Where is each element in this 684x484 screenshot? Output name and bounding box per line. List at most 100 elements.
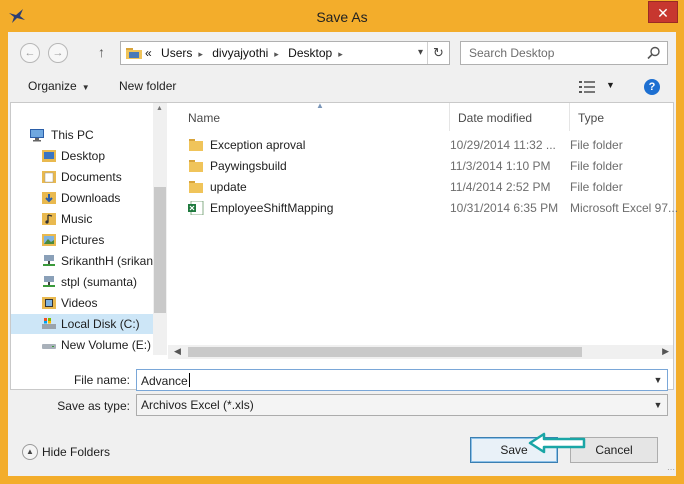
search-input[interactable]: Search Desktop xyxy=(460,41,668,65)
file-list-pane: Name ▲ Date modified Type Exception apro… xyxy=(168,101,678,389)
scroll-up-icon[interactable]: ▲ xyxy=(156,105,163,112)
sidebar-item-local-disk[interactable]: Local Disk (C:) xyxy=(11,314,153,334)
sidebar-item-label: Downloads xyxy=(61,191,121,205)
navigation-pane: This PC Desktop Documents Downloads Musi… xyxy=(11,103,167,389)
network-drive-icon xyxy=(43,276,55,287)
file-name: EmployeeShiftMapping xyxy=(210,201,334,215)
window-title: Save As xyxy=(316,9,368,25)
file-name-field[interactable]: Advance ▼ xyxy=(136,369,668,391)
organize-menu-button[interactable]: Organize ▼ xyxy=(28,79,90,93)
column-header-label: Date modified xyxy=(458,111,533,125)
forward-arrow-icon[interactable]: → xyxy=(48,43,68,63)
sidebar-item-srikanthh[interactable]: SrikanthH (srikan xyxy=(11,251,153,271)
sidebar-item-label: SrikanthH (srikan xyxy=(61,254,153,268)
navigation-scrollbar[interactable]: ▲ xyxy=(153,103,167,355)
desktop-folder-icon xyxy=(42,150,56,162)
new-folder-button[interactable]: New folder xyxy=(119,79,176,93)
sidebar-item-videos[interactable]: Videos xyxy=(11,293,153,313)
computer-icon xyxy=(30,129,44,142)
breadcrumb-users[interactable]: Users xyxy=(161,46,192,60)
sidebar-item-documents[interactable]: Documents xyxy=(11,167,153,187)
chevron-right-icon[interactable]: ▸ xyxy=(198,49,203,59)
folder-icon xyxy=(126,48,142,59)
scrollbar-thumb[interactable] xyxy=(188,347,582,357)
sidebar-item-label: New Volume (E:) xyxy=(61,338,152,352)
sidebar-item-this-pc[interactable]: This PC xyxy=(11,125,153,145)
file-row[interactable]: update 11/4/2014 2:52 PM File folder xyxy=(168,177,673,198)
breadcrumb-divyajyothi[interactable]: divyajyothi xyxy=(212,46,268,60)
file-date: 10/29/2014 11:32 ... xyxy=(450,138,556,152)
file-date: 11/3/2014 1:10 PM xyxy=(450,159,551,173)
pictures-folder-icon xyxy=(42,234,56,246)
sidebar-item-label: Local Disk (C:) xyxy=(61,317,140,331)
sidebar-item-music[interactable]: Music xyxy=(11,209,153,229)
sidebar-item-desktop[interactable]: Desktop xyxy=(11,146,153,166)
back-arrow-icon[interactable]: ← xyxy=(20,43,40,63)
file-date: 11/4/2014 2:52 PM xyxy=(450,180,551,194)
address-bar[interactable]: « Users ▸ divyajyothi ▸ Desktop ▸ ▾ ↻ xyxy=(120,41,450,65)
help-icon[interactable]: ? xyxy=(644,79,660,95)
column-header-name[interactable]: Name ▲ xyxy=(168,101,450,131)
file-type: Microsoft Excel 97... xyxy=(570,201,679,215)
music-folder-icon xyxy=(42,213,56,225)
horizontal-scrollbar[interactable]: ◀ ▶ xyxy=(168,345,673,359)
breadcrumb-overflow[interactable]: « xyxy=(145,46,152,60)
chevron-down-icon: ▼ xyxy=(81,83,90,92)
annotation-arrow-icon xyxy=(528,432,586,454)
file-name: update xyxy=(210,180,247,194)
chevron-right-icon[interactable]: ▸ xyxy=(274,49,279,59)
chevron-down-icon[interactable]: ▼ xyxy=(649,395,667,415)
resize-grip-icon[interactable]: ⋯ xyxy=(667,465,675,474)
network-drive-icon xyxy=(43,255,55,266)
sidebar-item-label: Desktop xyxy=(61,149,106,163)
refresh-icon[interactable]: ↻ xyxy=(427,42,449,64)
documents-folder-icon xyxy=(42,171,56,183)
chevron-down-icon[interactable]: ▼ xyxy=(649,370,667,390)
sidebar-item-label: Music xyxy=(61,212,93,226)
file-name: Exception aproval xyxy=(210,138,306,152)
scroll-right-icon[interactable]: ▶ xyxy=(662,346,669,357)
excel-file-icon xyxy=(188,201,204,215)
scrollbar-thumb[interactable] xyxy=(154,187,166,313)
up-arrow-icon[interactable]: ↑ xyxy=(98,44,105,60)
browser-content: This PC Desktop Documents Downloads Musi… xyxy=(10,101,678,390)
breadcrumb-desktop[interactable]: Desktop xyxy=(288,46,332,60)
scroll-left-icon[interactable]: ◀ xyxy=(174,346,181,357)
chevron-up-icon: ▲ xyxy=(22,444,38,460)
column-header-label: Type xyxy=(578,111,605,125)
close-button[interactable]: ✕ xyxy=(648,1,678,23)
column-header-label: Name xyxy=(188,111,221,125)
sidebar-item-pictures[interactable]: Pictures xyxy=(11,230,153,250)
save-type-select[interactable]: Archivos Excel (*.xls) ▼ xyxy=(136,394,668,416)
local-disk-icon xyxy=(42,318,56,329)
chevron-right-icon[interactable]: ▸ xyxy=(338,49,343,59)
column-header-type[interactable]: Type xyxy=(570,103,673,131)
file-row[interactable]: Paywingsbuild 11/3/2014 1:10 PM File fol… xyxy=(168,156,673,177)
sidebar-item-label: Videos xyxy=(61,296,98,310)
drive-icon xyxy=(42,344,56,349)
sidebar-item-label: stpl (sumanta) xyxy=(61,275,138,289)
file-name-label: File name: xyxy=(73,373,130,387)
file-row[interactable]: Exception aproval 10/29/2014 11:32 ... F… xyxy=(168,135,673,156)
chevron-down-icon[interactable]: ▾ xyxy=(418,47,423,58)
sidebar-item-new-volume[interactable]: New Volume (E:) xyxy=(11,335,153,355)
sidebar-item-stpl[interactable]: stpl (sumanta) xyxy=(11,272,153,292)
details-view-icon[interactable] xyxy=(579,81,595,93)
chevron-down-icon[interactable]: ▼ xyxy=(606,80,615,90)
file-row[interactable]: EmployeeShiftMapping 10/31/2014 6:35 PM … xyxy=(168,198,678,219)
dialog-client-area: ← → ↑ « Users ▸ divyajyothi ▸ Desktop ▸ ▾ ↻… xyxy=(8,32,678,476)
save-type-value: Archivos Excel (*.xls) xyxy=(141,398,254,412)
column-header-date[interactable]: Date modified xyxy=(450,103,570,131)
file-type: File folder xyxy=(570,159,623,173)
file-type: File folder xyxy=(570,138,623,152)
sidebar-item-label: This PC xyxy=(51,128,94,142)
videos-folder-icon xyxy=(42,297,56,309)
save-type-label: Save as type: xyxy=(57,399,130,413)
search-icon xyxy=(647,46,660,60)
breadcrumb: « Users ▸ divyajyothi ▸ Desktop ▸ xyxy=(145,46,349,60)
folder-icon xyxy=(189,181,203,193)
sidebar-item-downloads[interactable]: Downloads xyxy=(11,188,153,208)
file-type: File folder xyxy=(570,180,623,194)
file-name-value: Advance xyxy=(141,373,190,388)
title-bar[interactable]: Save As ✕ xyxy=(0,0,684,32)
